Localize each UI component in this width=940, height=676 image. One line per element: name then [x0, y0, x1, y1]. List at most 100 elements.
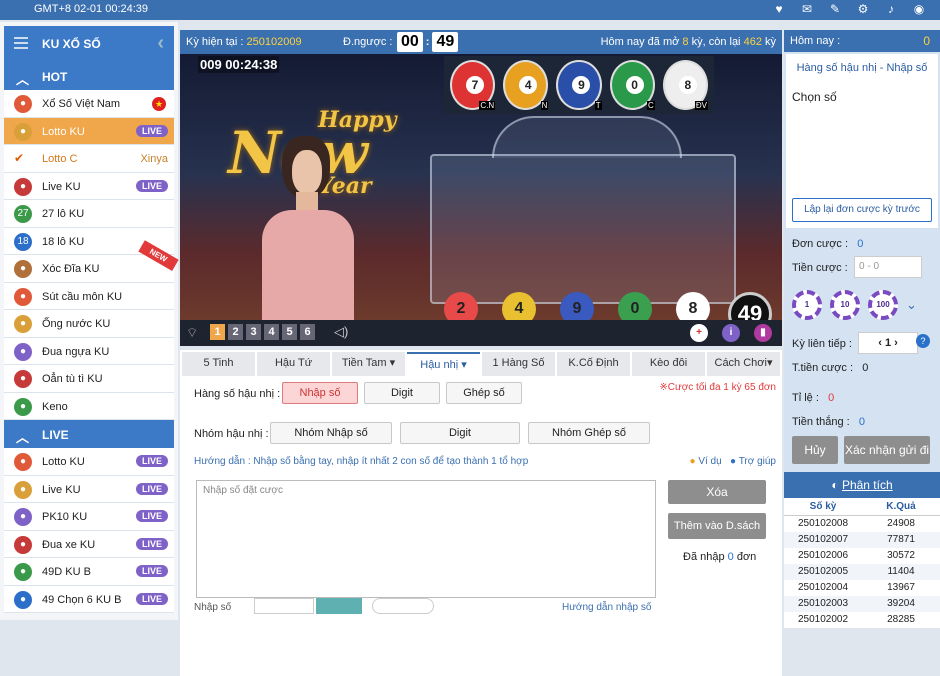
live-badge: LIVE: [135, 592, 168, 605]
volume-icon[interactable]: ◁): [334, 324, 348, 340]
live-item[interactable]: ● Lotto KU LIVE: [4, 448, 174, 476]
bet-type-tab[interactable]: Kèo đôi: [632, 352, 705, 376]
help-link[interactable]: Trợ giúp: [739, 456, 776, 467]
countdown-label: Đ.ngược :: [343, 36, 393, 48]
live-item[interactable]: ● Live KU LIVE: [4, 475, 174, 503]
section-live[interactable]: ︿ LIVE: [4, 420, 174, 448]
top-status-bar: GMT+8 02-01 00:24:39 ♥ ✉ ✎ ⚙ ♪ ◉: [0, 0, 940, 20]
live-item[interactable]: ● 49 Chọn 6 KU B LIVE: [4, 585, 174, 613]
bottom-select[interactable]: [372, 598, 434, 614]
mail-icon[interactable]: ✉: [800, 2, 814, 16]
info-icon[interactable]: i: [722, 324, 740, 342]
bet-type-tab[interactable]: Cách Chơi▾: [707, 352, 780, 376]
camera-button[interactable]: 6: [300, 324, 315, 340]
result-value: 39204: [887, 598, 915, 609]
chevron-up-icon: ︿: [16, 430, 30, 445]
chip-100[interactable]: 100: [868, 290, 898, 320]
today-value: 0: [923, 34, 930, 48]
number-input-area[interactable]: Nhập số đặt cược: [196, 480, 656, 598]
hot-item[interactable]: 27 27 lô KU: [4, 200, 174, 228]
settings-icon[interactable]: ⚙: [856, 2, 870, 16]
confirm-button[interactable]: Xác nhận gửi đi: [844, 436, 930, 464]
bet-type-tab[interactable]: 1 Hàng Số: [482, 352, 555, 376]
hot-item[interactable]: ● Live KU LIVE: [4, 172, 174, 200]
presenter-image: [262, 136, 354, 320]
bottom-row: Nhập số Hướng dẫn nhập số: [194, 598, 651, 614]
cancel-button[interactable]: Hủy: [792, 436, 838, 464]
camera-button[interactable]: 4: [264, 324, 279, 340]
col-result: K.Quả: [886, 501, 916, 512]
live-item[interactable]: ● 49D KU B LIVE: [4, 558, 174, 586]
chip-1[interactable]: 1: [792, 290, 822, 320]
hot-item[interactable]: ● Keno: [4, 392, 174, 420]
nhom-ghep-so-button[interactable]: Nhóm Ghép số: [528, 422, 650, 444]
live-item[interactable]: ● Đua xe KU LIVE: [4, 530, 174, 558]
result-draw-id: 250102005: [797, 566, 849, 577]
camera-button[interactable]: 3: [246, 324, 261, 340]
help-icon[interactable]: ?: [916, 334, 930, 348]
hot-item[interactable]: ● Xổ Số Việt Nam ★: [4, 90, 174, 118]
hang-label: Hàng số hậu nhị :: [194, 388, 281, 400]
result-ball: 4N: [503, 60, 549, 110]
example-link[interactable]: Ví dụ: [698, 456, 721, 467]
result-draw-id: 250102003: [797, 598, 849, 609]
menu-icon[interactable]: [14, 37, 28, 49]
camera-button[interactable]: 2: [228, 324, 243, 340]
camera-button[interactable]: 1: [210, 324, 225, 340]
hot-item[interactable]: ● Đua ngựa KU: [4, 337, 174, 365]
bet-type-tab[interactable]: 5 Tinh: [182, 352, 255, 376]
repeat-bet-button[interactable]: Lập lại đơn cược kỳ trước: [792, 198, 932, 222]
tools-icon[interactable]: ✎: [828, 2, 842, 16]
hot-item[interactable]: ● Lotto KU LIVE: [4, 117, 174, 145]
nhap-so-button[interactable]: Nhập số: [282, 382, 358, 404]
chip-10[interactable]: 10: [830, 290, 860, 320]
selection-title: Hàng số hậu nhị - Nhập số: [796, 62, 928, 74]
result-ball-tag: N: [540, 101, 549, 110]
result-row: 250102007 77871: [784, 532, 940, 548]
hot-item[interactable]: ● Oẳn tù tì KU: [4, 365, 174, 393]
favorite-icon[interactable]: ♥: [772, 2, 786, 16]
nhom-digit-button[interactable]: Digit: [400, 422, 520, 444]
section-hot[interactable]: ︿ HOT: [4, 62, 174, 90]
countdown-minutes: 00: [397, 32, 423, 52]
live-video[interactable]: 009 00:24:38 HappyNewYear 7C.N4N9T0C8ĐV …: [180, 54, 782, 320]
digit-button[interactable]: Digit: [364, 382, 440, 404]
entered-suffix: đơn: [736, 551, 757, 563]
ghep-so-button[interactable]: Ghép số: [446, 382, 522, 404]
stats-icon[interactable]: ▮: [754, 324, 772, 342]
input-guide-link[interactable]: Hướng dẫn nhập số: [562, 602, 651, 613]
delete-button[interactable]: Xóa: [668, 480, 766, 504]
camera-button[interactable]: 5: [282, 324, 297, 340]
collapse-icon[interactable]: ‹: [157, 32, 164, 55]
chevron-down-icon[interactable]: ⌄: [906, 290, 917, 320]
results-table: Số kỳ K.Quả 250102008 24908 250102007 77871 2…: [784, 498, 940, 628]
bet-type-tab[interactable]: Tiền Tam ▾: [332, 352, 405, 376]
bet-type-tab[interactable]: Hậu Tứ: [257, 352, 330, 376]
top-icons: ♥ ✉ ✎ ⚙ ♪ ◉: [772, 2, 926, 16]
bet-type-tab[interactable]: K.Cố Định: [557, 352, 630, 376]
help-icon: ●: [730, 456, 737, 467]
analysis-link[interactable]: ◐ Phân tích: [784, 472, 940, 498]
bottom-action-button[interactable]: [316, 598, 362, 614]
today-prefix: Hôm nay đã mở: [600, 36, 680, 48]
bet-amount-input[interactable]: 0 - 0: [854, 256, 922, 278]
add-to-list-button[interactable]: Thêm vào D.sách: [668, 513, 766, 539]
hot-item[interactable]: ● Xóc Đĩa KU NEW: [4, 240, 179, 283]
nhom-nhap-so-button[interactable]: Nhóm Nhập số: [270, 422, 392, 444]
live-item[interactable]: ● PK10 KU LIVE: [4, 503, 174, 531]
current-draw-value: 250102009: [246, 36, 302, 48]
live-item-label: 49D KU B: [42, 566, 91, 578]
bottom-input[interactable]: [254, 598, 314, 614]
drawn-ball: 4: [502, 292, 536, 320]
bet-type-tab[interactable]: Hậu nhị ▾: [407, 352, 480, 376]
hot-item[interactable]: ● Ống nước KU: [4, 310, 174, 338]
drawn-ball: 8: [676, 292, 710, 320]
hot-item[interactable]: ● Sút cầu môn KU: [4, 282, 174, 310]
add-icon[interactable]: +: [690, 324, 708, 342]
consecutive-draws: Kỳ liên tiếp : ‹ 1 ›?: [792, 332, 930, 354]
consecutive-stepper[interactable]: ‹ 1 ›: [858, 332, 918, 354]
result-draw-id: 250102008: [797, 518, 849, 529]
hot-item[interactable]: ✔ Lotto C Xinya: [4, 145, 174, 173]
sound-icon[interactable]: ♪: [884, 2, 898, 16]
bottom-label: Nhập số: [194, 602, 232, 613]
